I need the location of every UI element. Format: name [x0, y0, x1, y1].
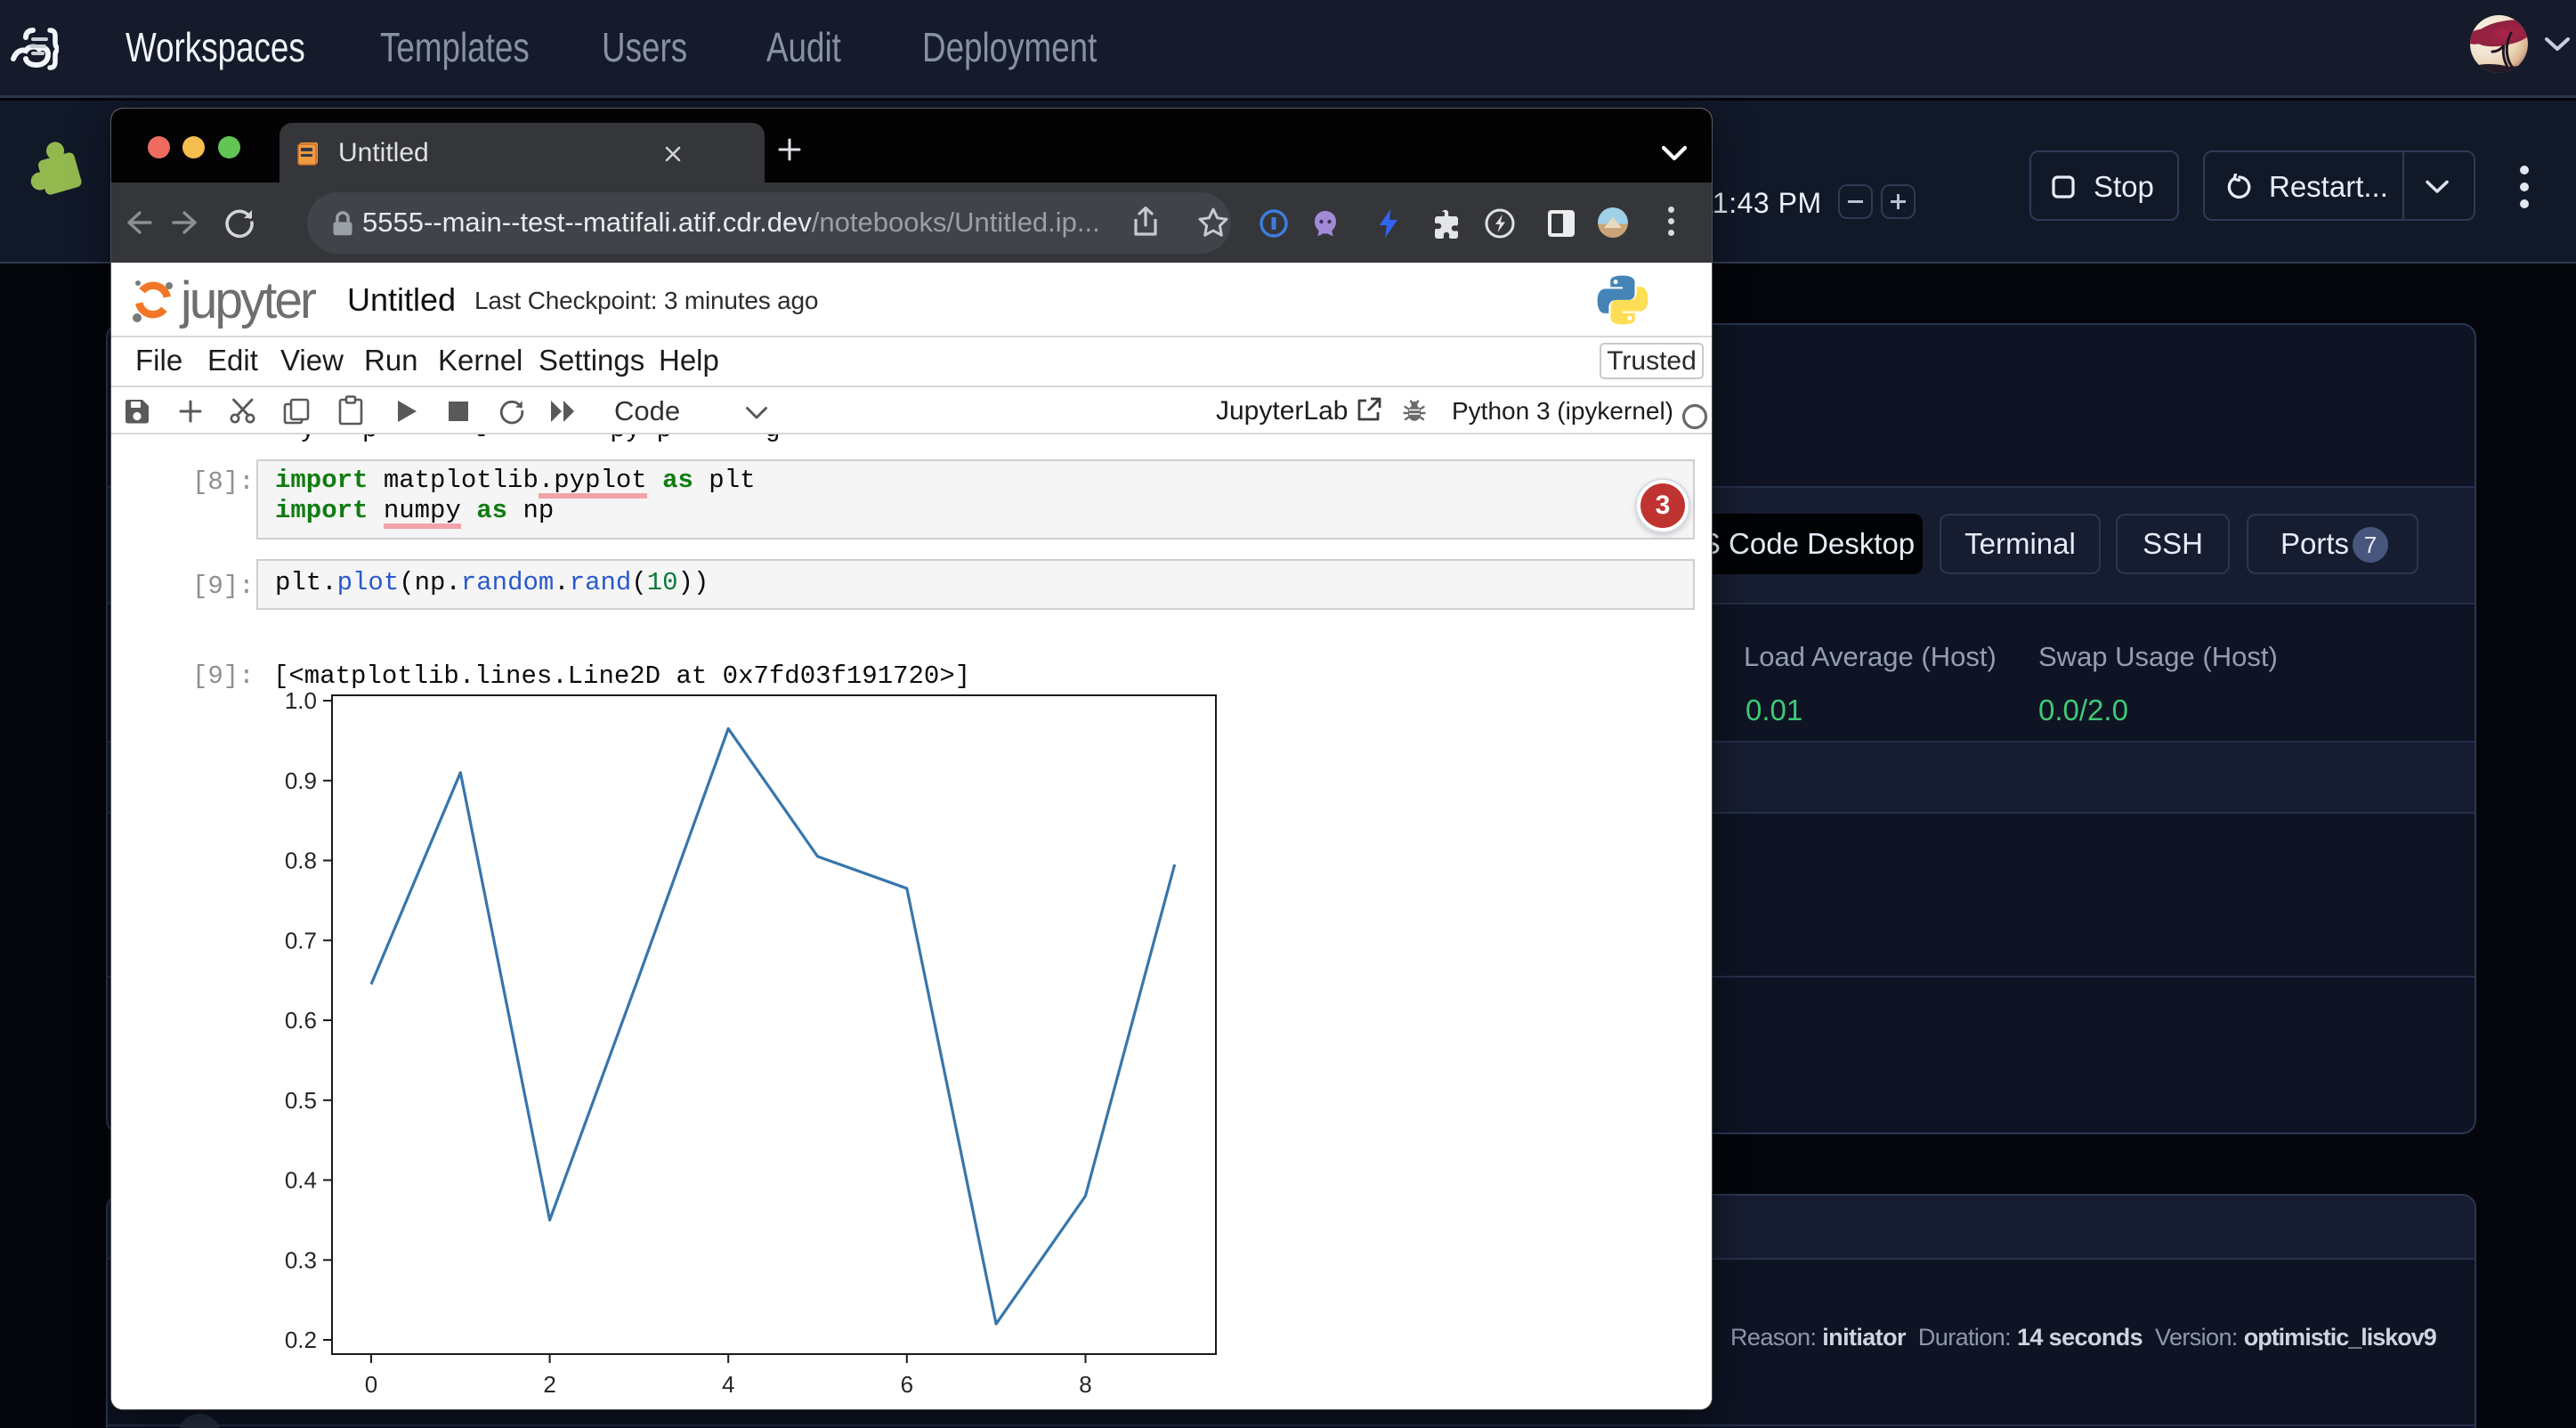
- svg-text:0.6: 0.6: [285, 1007, 317, 1034]
- svg-text:0.2: 0.2: [285, 1327, 317, 1353]
- svg-text:0: 0: [365, 1371, 377, 1398]
- svg-text:0.3: 0.3: [285, 1246, 317, 1273]
- svg-text:0.4: 0.4: [285, 1167, 317, 1194]
- svg-text:4: 4: [722, 1371, 734, 1398]
- svg-text:0.7: 0.7: [285, 927, 317, 953]
- svg-text:1.0: 1.0: [285, 687, 317, 714]
- svg-text:0.9: 0.9: [285, 767, 317, 794]
- svg-text:2: 2: [543, 1371, 555, 1398]
- svg-text:0.8: 0.8: [285, 848, 317, 874]
- svg-text:8: 8: [1079, 1371, 1091, 1398]
- svg-text:0.5: 0.5: [285, 1087, 317, 1114]
- svg-text:6: 6: [901, 1371, 913, 1398]
